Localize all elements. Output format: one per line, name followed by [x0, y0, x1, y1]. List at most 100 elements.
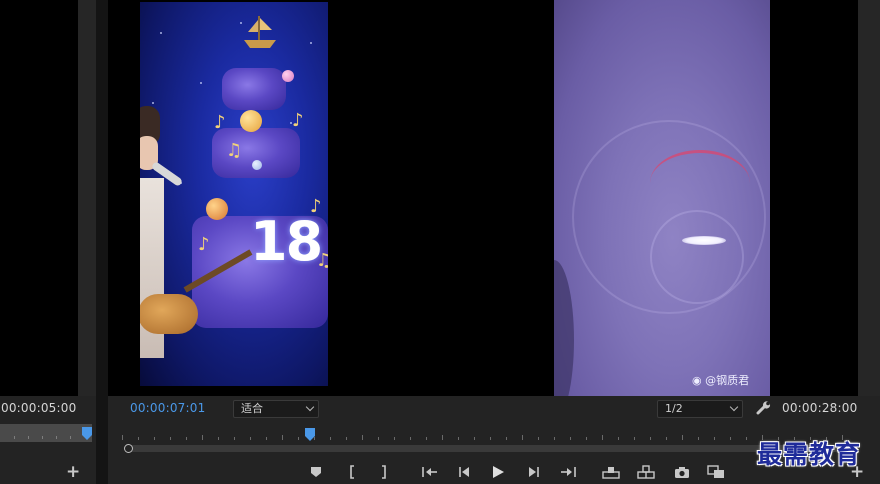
playhead-timecode[interactable]: 00:00:07:01 — [130, 401, 205, 415]
ruler-tick — [266, 437, 267, 440]
step-back-icon — [459, 467, 469, 477]
lens-ring-inner — [650, 210, 744, 304]
ruler-tick — [250, 437, 251, 440]
step-back-button[interactable] — [454, 463, 474, 481]
ruler-tick — [506, 437, 507, 440]
source-timeline-ruler[interactable] — [0, 424, 92, 442]
guitar-body — [140, 294, 198, 334]
ruler-tick — [170, 437, 171, 440]
mark-in-icon — [350, 465, 354, 479]
cake-number: 18 — [250, 210, 323, 273]
export-frame-button[interactable] — [672, 463, 692, 481]
ruler-tick — [426, 437, 427, 440]
ruler-tick — [186, 437, 187, 440]
mark-out-icon — [382, 465, 386, 479]
play-button[interactable] — [488, 463, 508, 481]
lens-glint — [682, 236, 726, 245]
go-to-in-button[interactable] — [420, 463, 440, 481]
ruler-tick — [362, 435, 363, 440]
playback-resolution-select[interactable]: 1/2 — [657, 400, 743, 418]
ruler-tick — [234, 437, 235, 440]
ruler-tick — [650, 437, 651, 440]
go-to-out-button[interactable] — [558, 463, 578, 481]
music-note-icon: ♪ — [292, 110, 304, 131]
cake-topper — [240, 12, 280, 52]
program-monitor-panel: ♪ ♪ ♫ ♪ ♪ ♫ 18 ◉ @钢质君 00:00:07:01 适合 1/2… — [108, 0, 880, 484]
ruler-tick — [298, 437, 299, 440]
music-note-icon: ♪ — [214, 112, 226, 133]
ruler-tick — [618, 437, 619, 440]
ruler-tick — [458, 437, 459, 440]
ruler-tick — [666, 437, 667, 440]
clip-watermark: ◉ @钢质君 — [692, 374, 750, 387]
program-playhead-icon[interactable] — [305, 428, 315, 442]
comparison-view-button[interactable] — [706, 463, 726, 481]
add-marker-button[interactable] — [306, 463, 326, 481]
planet-orange — [206, 198, 228, 220]
cake-tier-top — [222, 68, 286, 110]
program-monitor-gutter — [858, 0, 880, 396]
ruler-tick — [586, 437, 587, 440]
ruler-tick — [394, 437, 395, 440]
ruler-tick — [330, 437, 331, 440]
sequence-duration-timecode: 00:00:28:00 — [782, 401, 858, 415]
ruler-tick — [538, 437, 539, 440]
ruler-tick — [698, 437, 699, 440]
lift-button[interactable] — [601, 463, 621, 481]
program-timeline-ruler[interactable] — [122, 430, 856, 440]
play-icon — [493, 466, 504, 478]
ruler-tick — [554, 437, 555, 440]
weibo-icon: ◉ — [692, 374, 702, 387]
ruler-tick — [138, 437, 139, 440]
ruler-tick — [570, 437, 571, 440]
brand-watermark: 最需教育 — [757, 440, 862, 469]
mark-out-button[interactable] — [374, 463, 394, 481]
source-monitor-panel: 00:00:05:00 + — [0, 0, 96, 484]
ruler-tick — [378, 437, 379, 440]
step-forward-button[interactable] — [524, 463, 544, 481]
ruler-tick — [282, 435, 283, 440]
wrench-icon[interactable] — [756, 401, 772, 415]
comparison-view-icon — [707, 465, 724, 478]
go-to-out-icon — [561, 467, 576, 477]
ruler-tick — [218, 437, 219, 440]
ruler-tick — [346, 437, 347, 440]
ruler-tick — [682, 435, 683, 440]
chevron-down-icon — [305, 402, 315, 412]
mark-in-button[interactable] — [342, 463, 362, 481]
planet-pink — [282, 70, 294, 82]
source-monitor-gutter — [78, 0, 96, 396]
extract-icon — [637, 465, 655, 479]
ruler-tick — [154, 437, 155, 440]
source-monitor-viewer[interactable] — [0, 0, 78, 396]
ruler-tick — [634, 437, 635, 440]
ruler-tick — [410, 437, 411, 440]
zoom-handle-start[interactable] — [124, 444, 133, 453]
ruler-tick — [122, 435, 123, 440]
source-add-button[interactable]: + — [66, 464, 80, 481]
zoom-level-select[interactable]: 适合 — [233, 400, 319, 418]
clip-shadow — [554, 260, 574, 396]
ruler-tick — [490, 437, 491, 440]
planet-yellow — [240, 110, 262, 132]
export-frame-icon — [675, 466, 689, 478]
video-clip-closeup[interactable]: ◉ @钢质君 — [554, 0, 770, 396]
panel-divider[interactable] — [96, 0, 108, 484]
ruler-tick — [746, 437, 747, 440]
ruler-tick — [442, 435, 443, 440]
zoom-scroll-bar[interactable] — [126, 445, 852, 452]
ruler-tick — [730, 437, 731, 440]
ruler-tick — [714, 437, 715, 440]
music-note-icon: ♫ — [226, 140, 243, 161]
program-monitor-viewer[interactable]: ♪ ♪ ♫ ♪ ♪ ♫ 18 ◉ @钢质君 — [108, 0, 858, 396]
go-to-in-icon — [422, 467, 437, 477]
video-clip-concert[interactable]: ♪ ♪ ♫ ♪ ♪ ♫ 18 — [140, 2, 328, 386]
step-forward-icon — [529, 467, 539, 477]
music-note-icon: ♪ — [198, 234, 210, 255]
ruler-tick — [602, 435, 603, 440]
ruler-tick — [474, 437, 475, 440]
extract-button[interactable] — [636, 463, 656, 481]
source-playhead-icon[interactable] — [82, 427, 92, 441]
ruler-tick — [522, 435, 523, 440]
lift-icon — [602, 467, 620, 479]
